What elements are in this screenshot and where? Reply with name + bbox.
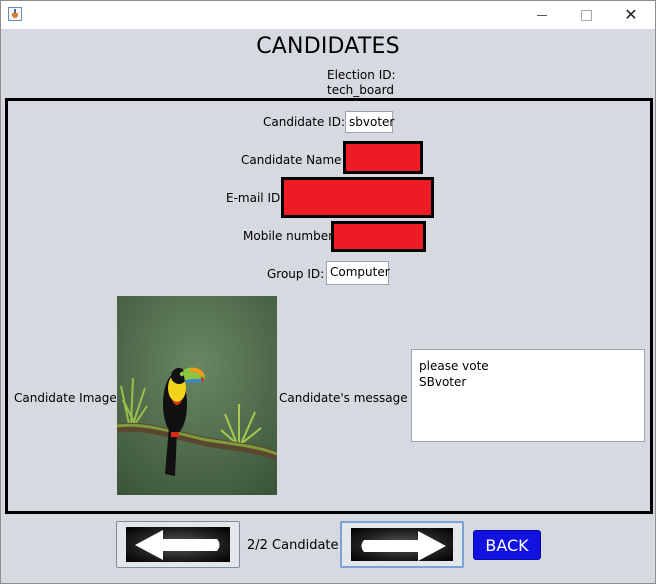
- election-id-label: Election ID:: [327, 68, 396, 82]
- message-line: please vote: [419, 359, 489, 373]
- group-id-label: Group ID:: [267, 267, 325, 281]
- candidate-message-textarea[interactable]: please vote SBvoter: [411, 349, 645, 442]
- right-arrow-icon: [361, 531, 446, 561]
- election-id-value: tech_board: [327, 83, 394, 97]
- left-arrow-icon: [135, 530, 220, 560]
- email-label: E-mail ID:: [226, 191, 285, 205]
- candidate-details-panel: Candidate ID: sbvoter Candidate Name: E-…: [5, 98, 653, 514]
- maximize-icon: [580, 9, 592, 21]
- maximize-button[interactable]: [563, 1, 609, 29]
- close-icon: ✕: [624, 5, 638, 24]
- back-button[interactable]: BACK: [473, 530, 541, 560]
- candidate-name-label: Candidate Name:: [241, 153, 346, 167]
- toucan-illustration: [117, 296, 277, 495]
- page-title: CANDIDATES: [256, 34, 400, 59]
- title-bar: ✕: [1, 1, 655, 29]
- previous-candidate-button[interactable]: [116, 521, 240, 568]
- java-app-icon: [8, 7, 22, 21]
- mobile-number-redacted: [331, 221, 426, 252]
- candidate-message-label: Candidate's message: [279, 391, 408, 405]
- minimize-button[interactable]: [519, 1, 565, 29]
- minimize-icon: [537, 14, 547, 16]
- app-window: ✕ CANDIDATES Election ID: tech_board Can…: [0, 0, 656, 584]
- next-candidate-button[interactable]: [340, 521, 464, 568]
- message-line: SBvoter: [419, 375, 467, 389]
- candidate-image-label: Candidate Image: [14, 391, 117, 405]
- mobile-number-label: Mobile number:: [243, 229, 337, 243]
- group-id-field[interactable]: Computer: [326, 261, 390, 285]
- candidate-image: [117, 296, 277, 495]
- email-redacted: [281, 177, 434, 218]
- candidate-id-label: Candidate ID:: [263, 115, 345, 129]
- candidate-name-redacted: [343, 141, 423, 174]
- candidate-counter: 2/2 Candidate: [247, 538, 339, 553]
- candidate-id-field[interactable]: sbvoter: [345, 111, 394, 133]
- close-button[interactable]: ✕: [608, 1, 654, 29]
